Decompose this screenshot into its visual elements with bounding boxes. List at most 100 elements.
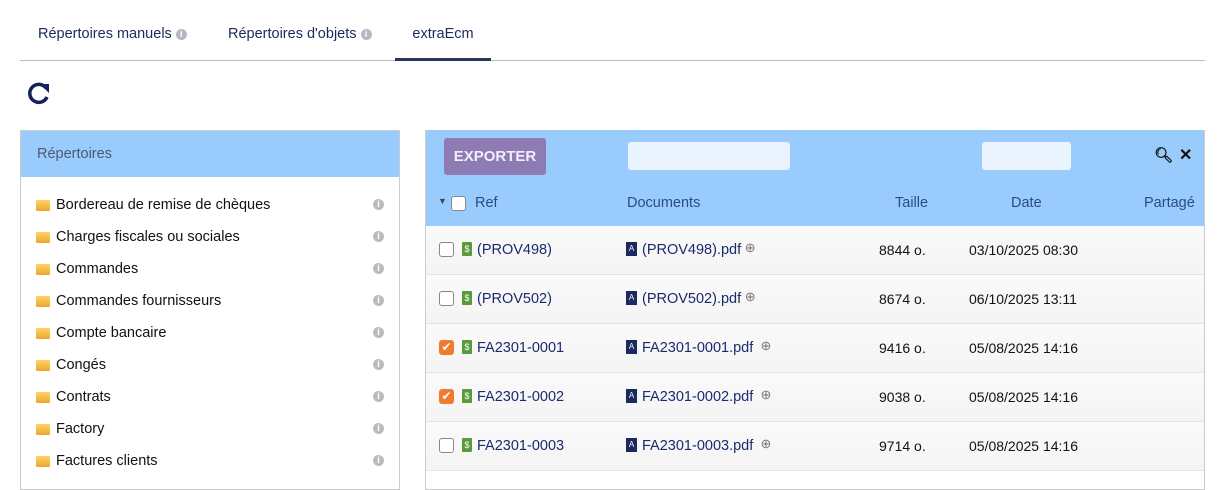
column-documents[interactable]: Documents (627, 195, 700, 211)
table-row: ✔ $ FA2301-0001 A FA2301-0001.pdf ⊕ 9416… (426, 324, 1204, 373)
ref-link[interactable]: (PROV498) (477, 242, 552, 258)
row-checkbox[interactable] (439, 438, 454, 453)
info-icon[interactable]: i (373, 423, 384, 434)
info-icon[interactable]: i (373, 231, 384, 242)
file-date: 06/10/2025 13:11 (969, 291, 1077, 307)
tab-object-directories[interactable]: Répertoires d'objets i (228, 26, 372, 61)
directory-label: Factory (56, 421, 105, 437)
info-icon[interactable]: i (373, 327, 384, 338)
table-row: $ FA2301-0003 A FA2301-0003.pdf ⊕ 9714 o… (426, 422, 1204, 471)
info-icon: i (175, 29, 187, 40)
refresh-icon[interactable] (26, 80, 52, 106)
table-row: ✔ $ FA2301-0002 A FA2301-0002.pdf ⊕ 9038… (426, 373, 1204, 422)
invoice-file-icon: $ (462, 438, 472, 452)
folder-icon (36, 295, 50, 307)
info-icon[interactable]: i (373, 263, 384, 274)
folder-icon (36, 231, 50, 243)
document-link[interactable]: (PROV502).pdf (642, 291, 741, 307)
tab-manual-directories[interactable]: Répertoires manuels i (38, 26, 187, 61)
documents-panel: EXPORTER 🔍︎ ✕ ▼ Ref Documents Taille Dat… (425, 130, 1205, 490)
search-icon[interactable]: 🔍︎ (1154, 146, 1173, 164)
directory-label: Congés (56, 357, 106, 373)
file-date: 05/08/2025 14:16 (969, 438, 1078, 454)
column-ref[interactable]: Ref (475, 195, 498, 211)
invoice-file-icon: $ (462, 340, 472, 354)
preview-zoom-icon[interactable]: ⊕ (745, 240, 756, 256)
sort-caret-icon[interactable]: ▼ (438, 196, 447, 206)
file-size: 8844 o. (879, 242, 926, 258)
invoice-file-icon: $ (462, 291, 472, 305)
clear-filter-icon[interactable]: ✕ (1179, 145, 1192, 165)
document-link[interactable]: FA2301-0003.pdf (642, 438, 753, 454)
directory-item[interactable]: Factory i (36, 419, 384, 439)
preview-zoom-icon[interactable]: ⊕ (761, 338, 772, 354)
pdf-icon: A (626, 291, 637, 305)
directory-item[interactable]: Commandes i (36, 259, 384, 279)
pdf-icon: A (626, 438, 637, 452)
tab-extraecm[interactable]: extraEcm (395, 26, 491, 61)
file-size: 8674 o. (879, 291, 926, 307)
info-icon: i (360, 29, 372, 40)
preview-zoom-icon[interactable]: ⊕ (761, 387, 772, 403)
folder-icon (36, 327, 50, 339)
document-link[interactable]: (PROV498).pdf (642, 242, 741, 258)
file-size: 9038 o. (879, 389, 926, 405)
column-size[interactable]: Taille (895, 195, 928, 211)
date-filter-input[interactable] (982, 142, 1071, 170)
document-link[interactable]: FA2301-0002.pdf (642, 389, 753, 405)
directory-label: Charges fiscales ou sociales (56, 229, 240, 245)
file-size: 9714 o. (879, 438, 926, 454)
directory-item[interactable]: Bordereau de remise de chèques i (36, 195, 384, 215)
ref-link[interactable]: FA2301-0002 (477, 389, 564, 405)
row-checkbox[interactable]: ✔ (439, 340, 454, 355)
directory-item[interactable]: Compte bancaire i (36, 323, 384, 343)
ref-link[interactable]: (PROV502) (477, 291, 552, 307)
row-checkbox[interactable] (439, 291, 454, 306)
folder-icon (36, 199, 50, 211)
ref-link[interactable]: FA2301-0001 (477, 340, 564, 356)
panel-title: Répertoires (21, 131, 399, 177)
directory-item[interactable]: Factures clients i (36, 451, 384, 471)
directory-label: Commandes fournisseurs (56, 293, 222, 309)
file-date: 03/10/2025 08:30 (969, 242, 1078, 258)
pdf-icon: A (626, 340, 637, 354)
column-date[interactable]: Date (1011, 195, 1042, 211)
directories-panel: Répertoires Bordereau de remise de chèqu… (20, 130, 400, 490)
document-link[interactable]: FA2301-0001.pdf (642, 340, 753, 356)
preview-zoom-icon[interactable]: ⊕ (745, 289, 756, 305)
directory-label: Contrats (56, 389, 111, 405)
table-header: EXPORTER 🔍︎ ✕ ▼ Ref Documents Taille Dat… (426, 130, 1204, 226)
select-all-checkbox[interactable] (451, 196, 466, 211)
row-checkbox[interactable] (439, 242, 454, 257)
directory-label: Compte bancaire (56, 325, 167, 341)
ref-filter-input[interactable] (628, 142, 790, 170)
directory-item[interactable]: Congés i (36, 355, 384, 375)
file-date: 05/08/2025 14:16 (969, 389, 1078, 405)
directory-item[interactable]: Contrats i (36, 387, 384, 407)
file-date: 05/08/2025 14:16 (969, 340, 1078, 356)
table-row: $ (PROV498) A (PROV498).pdf ⊕ 8844 o. 03… (426, 226, 1204, 275)
pdf-icon: A (626, 389, 637, 403)
folder-icon (36, 391, 50, 403)
directory-label: Factures clients (56, 453, 158, 469)
info-icon[interactable]: i (373, 359, 384, 370)
info-icon[interactable]: i (373, 295, 384, 306)
ref-link[interactable]: FA2301-0003 (477, 438, 564, 454)
info-icon[interactable]: i (373, 455, 384, 466)
file-size: 9416 o. (879, 340, 926, 356)
column-shared[interactable]: Partagé (1144, 195, 1195, 211)
directory-item[interactable]: Charges fiscales ou sociales i (36, 227, 384, 247)
export-button[interactable]: EXPORTER (444, 138, 546, 175)
directory-label: Bordereau de remise de chèques (56, 197, 271, 213)
info-icon[interactable]: i (373, 391, 384, 402)
folder-icon (36, 359, 50, 371)
pdf-icon: A (626, 242, 637, 256)
tab-bar: Répertoires manuels i Répertoires d'objet… (20, 0, 1205, 61)
directory-label: Commandes (56, 261, 139, 277)
invoice-file-icon: $ (462, 242, 472, 256)
directory-item[interactable]: Commandes fournisseurs i (36, 291, 384, 311)
info-icon[interactable]: i (373, 199, 384, 210)
preview-zoom-icon[interactable]: ⊕ (761, 436, 772, 452)
tab-label: extraEcm (412, 26, 474, 42)
row-checkbox[interactable]: ✔ (439, 389, 454, 404)
